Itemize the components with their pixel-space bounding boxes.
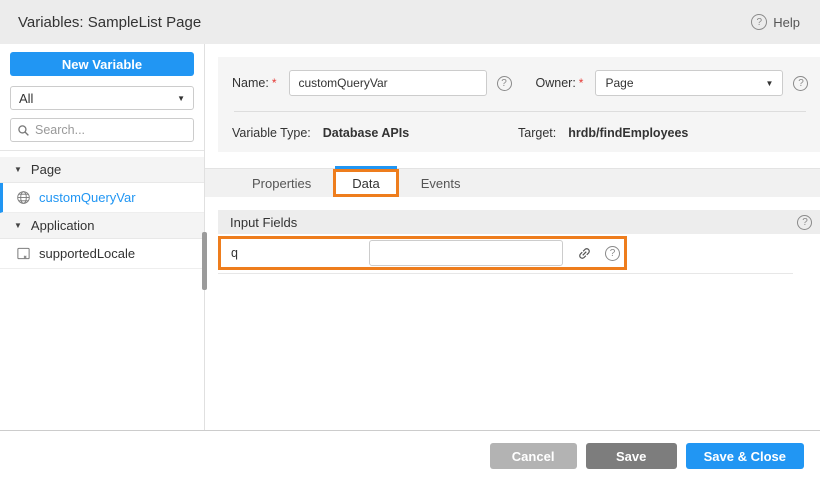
- owner-help-icon[interactable]: ?: [793, 76, 808, 91]
- tree-group-application[interactable]: ▼ Application: [0, 213, 204, 239]
- field-name-label: q: [231, 246, 369, 260]
- field-q-input[interactable]: [369, 240, 563, 266]
- bind-link-icon[interactable]: [571, 242, 597, 264]
- input-fields-help-icon[interactable]: ?: [797, 215, 812, 230]
- data-tab-annotation-box: Data: [333, 169, 398, 197]
- target-value: hrdb/findEmployees: [568, 126, 688, 140]
- variable-tree: ▼ Page customQueryVar: [0, 157, 204, 269]
- variable-filter-select[interactable]: All ▼: [10, 86, 194, 110]
- page-title: Variables: SampleList Page: [18, 14, 201, 31]
- help-label: Help: [773, 15, 800, 30]
- tree-group-page[interactable]: ▼ Page: [0, 157, 204, 183]
- variable-type-label: Variable Type:: [232, 126, 311, 140]
- collapse-arrow-icon[interactable]: ▼: [14, 165, 22, 174]
- dialog-body: New Variable All ▼ ▼ Page: [0, 44, 820, 430]
- detail-tabbar: Properties Data Events: [205, 168, 820, 197]
- tab-properties[interactable]: Properties: [232, 169, 331, 197]
- input-fields-title: Input Fields: [230, 215, 297, 230]
- input-field-row-annotation-box: q ?: [218, 236, 627, 270]
- dialog-header: Variables: SampleList Page ? Help: [0, 0, 820, 44]
- new-variable-button[interactable]: New Variable: [10, 52, 194, 76]
- input-fields-header: Input Fields ?: [218, 210, 820, 234]
- variables-dialog: Variables: SampleList Page ? Help New Va…: [0, 0, 820, 489]
- name-label: Name:: [232, 76, 269, 90]
- help-button[interactable]: ? Help: [751, 14, 800, 30]
- cancel-button[interactable]: Cancel: [490, 443, 577, 469]
- tree-group-label: Application: [31, 218, 95, 233]
- card-divider: [234, 111, 806, 112]
- required-asterisk: *: [579, 76, 584, 90]
- collapse-arrow-icon[interactable]: ▼: [14, 221, 22, 230]
- tree-item-label: customQueryVar: [39, 190, 136, 205]
- variable-search[interactable]: [10, 118, 194, 142]
- tree-item-customqueryvar[interactable]: customQueryVar: [0, 183, 204, 213]
- tree-item-supportedlocale[interactable]: supportedLocale: [0, 239, 204, 269]
- filter-selected-value: All: [19, 91, 33, 106]
- search-input[interactable]: [35, 123, 187, 137]
- tree-item-label: supportedLocale: [39, 246, 135, 261]
- field-row-divider: [218, 273, 793, 274]
- service-variable-icon: [16, 190, 31, 205]
- variables-sidebar: New Variable All ▼ ▼ Page: [0, 44, 205, 430]
- input-fields-section: Input Fields ? q ?: [218, 210, 820, 274]
- variable-summary-card: Name: * ? Owner: * Page ▼ ?: [218, 57, 820, 152]
- save-button[interactable]: Save: [586, 443, 677, 469]
- owner-label: Owner:: [536, 76, 576, 90]
- save-and-close-button[interactable]: Save & Close: [686, 443, 804, 469]
- variable-name-input[interactable]: [289, 70, 487, 96]
- chevron-down-icon: ▼: [766, 79, 774, 88]
- sidebar-divider: [0, 150, 204, 151]
- chevron-down-icon: ▼: [177, 94, 185, 103]
- required-asterisk: *: [272, 76, 277, 90]
- dialog-footer: Cancel Save Save & Close: [0, 430, 820, 489]
- name-help-icon[interactable]: ?: [497, 76, 512, 91]
- help-circle-icon: ?: [751, 14, 767, 30]
- variable-type-value: Database APIs: [323, 126, 409, 140]
- owner-select[interactable]: Page ▼: [595, 70, 783, 96]
- tree-group-label: Page: [31, 162, 61, 177]
- field-help-icon[interactable]: ?: [605, 246, 620, 261]
- sidebar-scrollbar[interactable]: [202, 232, 207, 290]
- target-label: Target:: [518, 126, 556, 140]
- owner-selected-value: Page: [605, 76, 633, 90]
- model-variable-icon: [16, 246, 31, 261]
- variable-detail-panel: Name: * ? Owner: * Page ▼ ?: [205, 44, 820, 430]
- search-icon: [17, 124, 30, 137]
- tab-events[interactable]: Events: [401, 169, 481, 197]
- tab-data[interactable]: Data: [336, 172, 395, 194]
